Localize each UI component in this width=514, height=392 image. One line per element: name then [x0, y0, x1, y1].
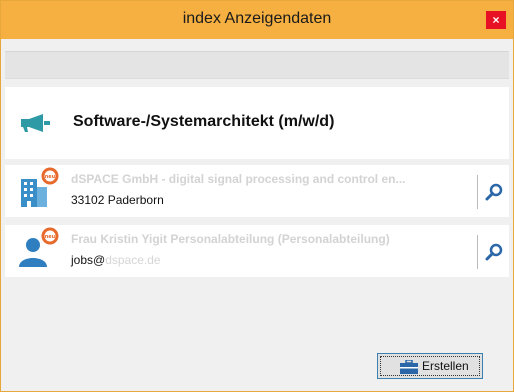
title-bar[interactable]: index Anzeigendaten ×	[1, 1, 513, 39]
card-divider	[477, 175, 478, 209]
window-title: index Anzeigendaten	[182, 10, 332, 27]
search-icon[interactable]	[483, 181, 505, 203]
email-prefix: jobs@	[71, 253, 106, 267]
search-icon[interactable]	[483, 241, 505, 263]
create-button[interactable]: Erstellen	[377, 353, 483, 379]
svg-text:neu: neu	[45, 174, 56, 180]
company-location: 33102 Paderborn	[71, 193, 164, 207]
contact-email: jobs@dspace.de	[71, 253, 161, 267]
job-title: Software-/Systemarchitekt (m/w/d)	[73, 113, 335, 130]
dialog-window: index Anzeigendaten × Software-/Systemar…	[0, 0, 514, 392]
toolbar-strip	[5, 51, 509, 79]
company-card[interactable]: neu dSPACE GmbH - digital signal process…	[5, 165, 509, 217]
card-divider	[477, 235, 478, 269]
create-button-label: Erstellen	[422, 359, 469, 373]
contact-card[interactable]: neu Frau Kristin Yigit Personalabteilung…	[5, 225, 509, 277]
close-button[interactable]: ×	[486, 11, 506, 29]
job-header-panel: Software-/Systemarchitekt (m/w/d)	[5, 87, 509, 159]
megaphone-icon	[21, 114, 50, 132]
new-badge-icon: neu	[41, 227, 59, 245]
contact-name: Frau Kristin Yigit Personalabteilung (Pe…	[71, 232, 390, 246]
svg-text:neu: neu	[45, 234, 56, 240]
new-badge-icon: neu	[41, 167, 59, 185]
email-domain: dspace.de	[105, 253, 161, 267]
company-name: dSPACE GmbH - digital signal processing …	[71, 172, 406, 186]
briefcase-icon	[400, 360, 418, 374]
